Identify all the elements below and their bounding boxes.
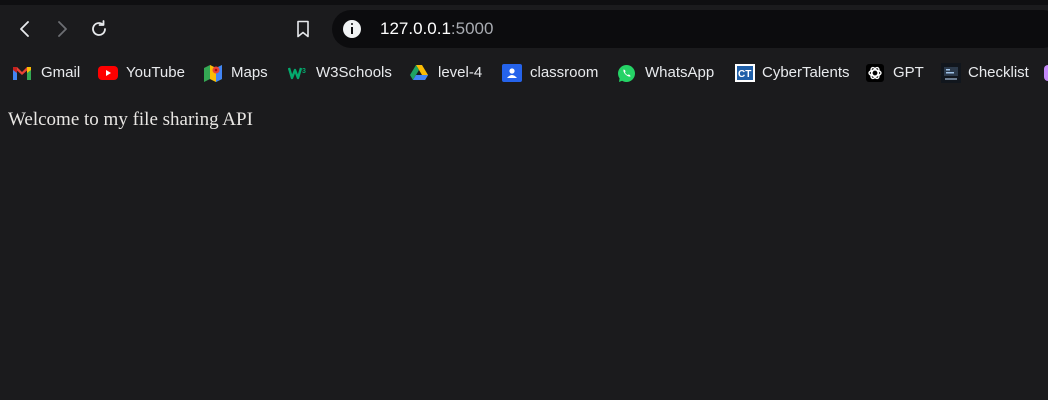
google-drive-icon xyxy=(410,64,428,82)
bookmark-label: WhatsApp xyxy=(645,64,715,81)
checklist-icon xyxy=(941,63,961,83)
bookmark-label: classroom xyxy=(530,64,599,81)
bookmark-label: Maps xyxy=(231,64,268,81)
back-button[interactable] xyxy=(10,14,40,44)
bookmark-label: Checklist xyxy=(968,64,1029,81)
bookmark-page-button[interactable] xyxy=(288,14,318,44)
gmail-icon xyxy=(13,64,31,82)
back-arrow-icon xyxy=(20,21,29,37)
url-text[interactable]: 127.0.0.1:5000 xyxy=(380,20,493,38)
whatsapp-icon xyxy=(617,64,636,82)
bookmark-label: GPT xyxy=(893,64,924,81)
bookmark-label: Gmail xyxy=(41,64,81,81)
bookmark-whatsapp[interactable]: WhatsApp xyxy=(617,63,714,83)
classroom-icon xyxy=(502,64,522,82)
reload-button[interactable] xyxy=(84,14,114,44)
bookmark-cybertalents[interactable]: CT CyberTalents xyxy=(735,63,850,83)
bookmark-gpt[interactable]: GPT xyxy=(866,63,924,83)
openai-icon xyxy=(866,64,884,82)
svg-text:3: 3 xyxy=(302,68,306,75)
maps-icon xyxy=(204,64,222,82)
info-icon[interactable] xyxy=(343,20,361,38)
cybertalents-icon: CT xyxy=(735,64,755,82)
bookmark-label: level-4 xyxy=(438,64,483,81)
svg-text:CT: CT xyxy=(738,69,751,80)
bookmark-maps[interactable]: Maps xyxy=(204,63,268,83)
url-port: :5000 xyxy=(450,19,494,38)
address-bar[interactable]: 127.0.0.1:5000 xyxy=(332,10,1048,48)
bookmark-icon xyxy=(297,20,309,38)
welcome-text: Welcome to my file sharing API xyxy=(8,109,253,130)
bookmarks-bar: Gmail YouTube Maps 3 W3Schools level-4 c… xyxy=(0,53,1048,93)
url-host: 127.0.0.1 xyxy=(380,19,451,38)
bookmark-youtube[interactable]: YouTube xyxy=(98,63,185,83)
bookmark-label: W3Schools xyxy=(316,64,392,81)
reload-icon xyxy=(92,20,106,36)
forward-button[interactable] xyxy=(47,14,77,44)
overflow-bookmark-icon xyxy=(1044,65,1048,81)
page-content: Welcome to my file sharing API xyxy=(0,93,1048,400)
bookmark-w3schools[interactable]: 3 W3Schools xyxy=(288,63,392,83)
forward-arrow-icon xyxy=(58,21,67,37)
bookmark-classroom[interactable]: classroom xyxy=(502,63,598,83)
w3schools-icon: 3 xyxy=(288,64,308,82)
bookmark-overflow[interactable] xyxy=(1044,63,1048,83)
bookmark-label: YouTube xyxy=(126,64,185,81)
bookmark-gmail[interactable]: Gmail xyxy=(13,63,80,83)
bookmark-level-4[interactable]: level-4 xyxy=(410,63,482,83)
bookmark-label: CyberTalents xyxy=(762,64,850,81)
browser-toolbar: 127.0.0.1:5000 xyxy=(0,5,1048,53)
bookmark-checklist[interactable]: Checklist xyxy=(941,63,1029,83)
youtube-icon xyxy=(98,64,118,82)
